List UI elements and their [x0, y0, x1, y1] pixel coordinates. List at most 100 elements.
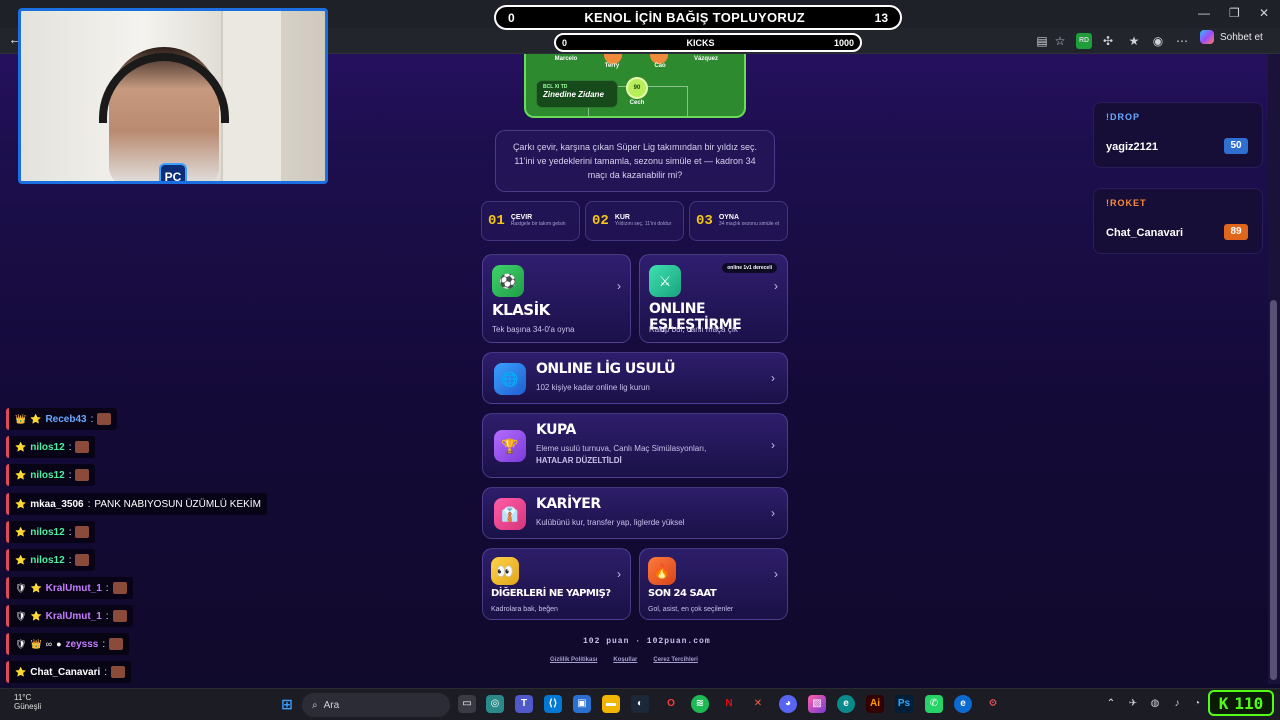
- emote-icon: [75, 441, 90, 453]
- mode-card-lig[interactable]: 🌐 ONLINE LİG USULÜ 102 kişiye kadar onli…: [482, 352, 788, 404]
- teams-icon[interactable]: T: [515, 695, 533, 713]
- netflix-icon[interactable]: N: [720, 695, 738, 713]
- reader-icon[interactable]: ▤: [1034, 33, 1050, 49]
- x-app-icon[interactable]: ✕: [749, 695, 767, 713]
- goalkeeper-name: Cech: [629, 100, 645, 106]
- viewer-count: 110: [1234, 693, 1264, 713]
- coach-name: Zinedine Zidane: [543, 90, 604, 99]
- mode-card-son24[interactable]: 🔥 › SON 24 SAAT Gol, asist, en çok seçil…: [639, 548, 788, 620]
- widget-user: Chat_Canavari: [1106, 227, 1184, 239]
- start-icon[interactable]: ⊞: [278, 695, 296, 713]
- copilot-button[interactable]: Sohbet et: [1200, 30, 1263, 44]
- swords-icon: ⚔: [649, 265, 681, 297]
- opera-icon[interactable]: O: [662, 695, 680, 713]
- favorites-icon[interactable]: ★: [1126, 33, 1142, 49]
- file-explorer-icon[interactable]: ▬: [602, 695, 620, 713]
- chevron-right-icon: ›: [774, 279, 778, 293]
- tray-app-icon[interactable]: ◍: [1146, 695, 1164, 713]
- goalkeeper-rating: 90: [626, 77, 648, 99]
- webcam-overlay: PC: [18, 8, 328, 184]
- task-view-icon[interactable]: ▭: [458, 695, 476, 713]
- widget-value: 50: [1224, 138, 1248, 154]
- network-icon[interactable]: ✈: [1124, 695, 1142, 713]
- steps-row: 01 ÇEVIR Rastgele bir takım gelsin 02 KUR…: [481, 201, 788, 241]
- close-icon[interactable]: ✕: [1259, 6, 1269, 20]
- lineup-pitch: Marcelo Terry Cao Vázquez 90 Cech BCL XI…: [524, 54, 746, 118]
- whatsapp-icon[interactable]: ✆: [925, 695, 943, 713]
- chat-username: KralUmut_1: [45, 582, 102, 594]
- store-icon[interactable]: ▣: [573, 695, 591, 713]
- shield-icon: 🛡: [15, 638, 27, 649]
- widgets-icon[interactable]: ◎: [486, 695, 504, 713]
- vscode-icon[interactable]: ⟨⟩: [544, 695, 562, 713]
- donation-goal-bar: 0 KENOL İÇİN BAĞIŞ TOPLUYORUZ 13: [494, 5, 902, 30]
- chevron-right-icon: ›: [771, 371, 775, 385]
- tray-chevron-icon[interactable]: ⌃: [1102, 695, 1120, 713]
- emote-icon: [75, 526, 90, 538]
- chat-message: ⭐ nilos12:: [6, 521, 96, 543]
- kicks-goal-bar: 0 KICKS 1000: [554, 33, 862, 52]
- emote-icon: [111, 666, 126, 678]
- search-icon: ⌕: [312, 699, 318, 711]
- more-menu-icon[interactable]: ⋯: [1174, 33, 1190, 49]
- cookie-link[interactable]: Çerez Tercihleri: [653, 657, 698, 663]
- chat-message: ⭐ nilos12:: [6, 549, 96, 571]
- minimize-icon[interactable]: —: [1198, 6, 1210, 20]
- mode-subtitle: Tek başına 34-0'a oyna: [492, 325, 575, 334]
- illustrator-icon[interactable]: Ai: [866, 695, 884, 713]
- weather-widget[interactable]: 11°C Güneşli: [14, 693, 41, 711]
- taskbar-search[interactable]: ⌕ Ara: [302, 693, 450, 717]
- step-desc: 34 maçlık sezonu simüle et: [718, 221, 780, 227]
- ranked-badge: online 1v1 dereceli: [722, 263, 777, 273]
- maximize-icon[interactable]: ❐: [1229, 6, 1240, 20]
- kicks-label: KICKS: [686, 37, 715, 48]
- star-icon: ⭐: [15, 441, 27, 452]
- settings-icon[interactable]: ⚙: [984, 695, 1002, 713]
- mode-card-digerleri[interactable]: 👀 › DİĞERLERİ NE YAPMIŞ? Kadrolara bak, …: [482, 548, 631, 620]
- scrollbar-thumb[interactable]: [1270, 300, 1277, 680]
- profile-icon[interactable]: ◉: [1150, 33, 1166, 49]
- mode-card-klasik[interactable]: ⚽ › KLASİK Tek başına 34-0'a oyna: [482, 254, 631, 343]
- chat-username: mkaa_3506: [30, 498, 84, 510]
- emote-icon: [97, 413, 112, 425]
- roket-widget: !ROKET Chat_Canavari 89: [1093, 188, 1263, 254]
- shield-icon: 🛡: [15, 610, 27, 621]
- mode-card-online[interactable]: ⚔ online 1v1 dereceli › ONLINE EŞLEŞTİRM…: [639, 254, 788, 343]
- volume-icon[interactable]: ◔: [1188, 695, 1206, 713]
- discord-icon[interactable]: ◕: [779, 695, 797, 713]
- trophy-icon: 🏆: [494, 430, 526, 462]
- mode-title: DİĞERLERİ NE YAPMIŞ?: [491, 588, 611, 599]
- kicks-current: 0: [562, 37, 568, 48]
- chat-message: 👑 ⭐ Receb43:: [6, 408, 118, 430]
- step-number: 03: [696, 213, 713, 229]
- coin-icon: ●: [56, 639, 62, 649]
- coach-card: BCL XI TD Zinedine Zidane: [536, 80, 618, 108]
- privacy-link[interactable]: Gizlilik Politikası: [550, 657, 597, 663]
- drop-widget: !DROP yagiz2121 50: [1093, 102, 1263, 168]
- mode-card-kariyer[interactable]: 👔 KARİYER Kulübünü kur, transfer yap, li…: [482, 487, 788, 539]
- copilot-icon: [1200, 30, 1214, 44]
- edge-dev-icon[interactable]: e: [837, 695, 855, 713]
- extensions-icon[interactable]: ✣: [1100, 33, 1116, 49]
- edge-icon[interactable]: e: [954, 695, 972, 713]
- photos-icon[interactable]: ▨: [808, 695, 826, 713]
- mode-card-kupa[interactable]: 🏆 KUPA Eleme usulü turnuva, Canlı Maç Si…: [482, 413, 788, 478]
- footer-links: Gizlilik Politikası Koşullar Çerez Terci…: [550, 657, 698, 663]
- extension-icon[interactable]: RD: [1076, 33, 1092, 49]
- step-title: ÇEVIR: [510, 214, 533, 221]
- steam-icon[interactable]: ◐: [631, 695, 649, 713]
- fire-icon: 🔥: [648, 557, 676, 585]
- microphone-icon[interactable]: ♪: [1168, 695, 1186, 713]
- chat-message: ⭐ mkaa_3506: PANK NABIYOSUN ÜZÜMLÜ KEKİM: [6, 493, 267, 515]
- photoshop-icon[interactable]: Ps: [895, 695, 913, 713]
- chevron-right-icon: ›: [774, 567, 778, 581]
- spotify-icon[interactable]: ≋: [691, 695, 709, 713]
- copilot-label: Sohbet et: [1220, 31, 1263, 43]
- terms-link[interactable]: Koşullar: [613, 657, 637, 663]
- mode-subtitle: Eleme usulü turnuva, Canlı Maç Simülasyo…: [536, 444, 707, 453]
- headset-shape: [99, 53, 229, 123]
- star-icon: ⭐: [15, 498, 27, 509]
- star-icon: ⭐: [30, 413, 42, 424]
- mode-title: KARİYER: [536, 496, 601, 512]
- favorite-star-icon[interactable]: ☆: [1052, 33, 1068, 49]
